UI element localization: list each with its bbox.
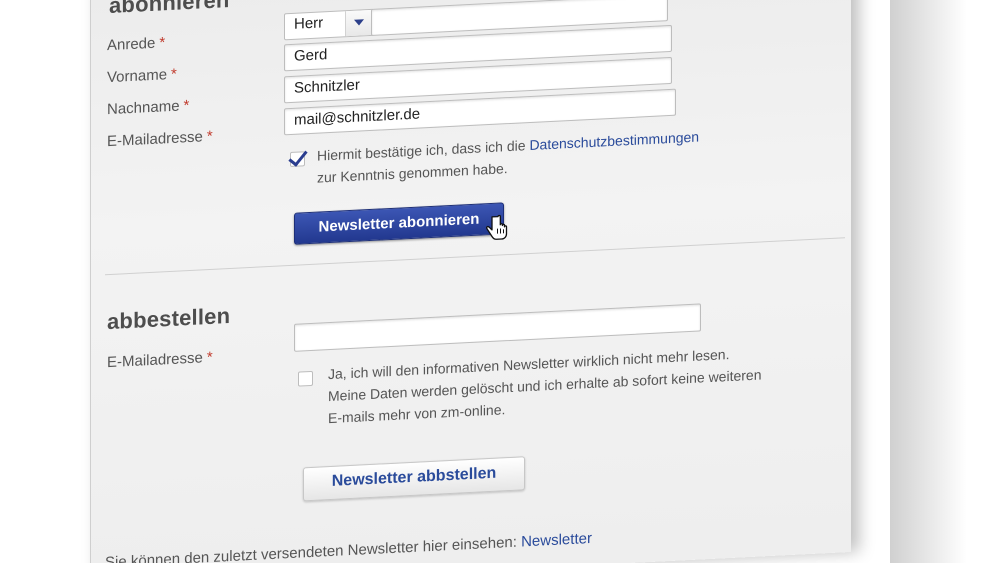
check-icon — [288, 146, 308, 167]
required-marker: * — [183, 97, 190, 115]
privacy-text-part1: Hiermit bestätige ich, dass ich die — [317, 137, 526, 164]
unsubscribe-confirm-checkbox[interactable] — [298, 370, 313, 387]
privacy-checkbox[interactable] — [288, 146, 308, 167]
unsubscribe-confirm-text: Ja, ich will den informativen Newsletter… — [328, 338, 828, 429]
page-shadow — [890, 0, 1000, 563]
footer-text-label: Sie können den zuletzt versendeten Newsl… — [105, 533, 517, 563]
privacy-policy-link[interactable]: Datenschutzbestimmungen — [529, 129, 699, 153]
lastname-label: Nachname * — [107, 97, 189, 118]
lastname-label-text: Nachname — [107, 97, 180, 119]
privacy-text: Hiermit bestätige ich, dass ich die Date… — [317, 124, 737, 189]
salutation-label: Anrede * — [107, 34, 165, 54]
required-marker: * — [206, 348, 213, 367]
chevron-down-icon — [354, 19, 364, 26]
salutation-select[interactable]: Herr — [284, 8, 374, 41]
newsletter-form-page: abonnieren Anrede * Herr Vorname * Gerd Na… — [90, 0, 851, 563]
footer-newsletter-link[interactable]: Newsletter — [521, 530, 592, 551]
salutation-value: Herr — [294, 14, 324, 33]
email-label: E-Mailadresse * — [107, 128, 213, 150]
unsubscribe-email-field[interactable] — [294, 303, 701, 352]
footer-text: Sie können den zuletzt versendeten Newsl… — [105, 530, 592, 563]
email-label-text: E-Mailadresse — [107, 128, 203, 151]
salutation-label-text: Anrede — [107, 34, 156, 55]
select-arrow-box[interactable] — [345, 9, 373, 37]
required-marker: * — [206, 127, 213, 146]
privacy-text-part2: zur Kenntnis genommen habe. — [317, 160, 508, 186]
screenshot-stage: abonnieren Anrede * Herr Vorname * Gerd Na… — [0, 0, 1000, 563]
required-marker: * — [171, 65, 177, 83]
subscribe-button[interactable]: Newsletter abonnieren — [294, 202, 504, 245]
firstname-label-text: Vorname — [107, 66, 168, 87]
unsubscribe-email-label-text: E-Mailadresse — [107, 349, 203, 372]
unsubscribe-button[interactable]: Newsletter abbstellen — [303, 456, 525, 502]
subscribe-title: abonnieren — [109, 0, 230, 19]
confirm-line-3: E-mails mehr von zm-online. — [328, 401, 506, 427]
unsubscribe-email-label: E-Mailadresse * — [107, 349, 213, 371]
hand-pointer-icon — [486, 214, 508, 240]
required-marker: * — [159, 34, 166, 52]
section-divider — [105, 237, 845, 276]
unsubscribe-title: abbestellen — [107, 302, 231, 335]
firstname-label: Vorname * — [107, 66, 177, 86]
